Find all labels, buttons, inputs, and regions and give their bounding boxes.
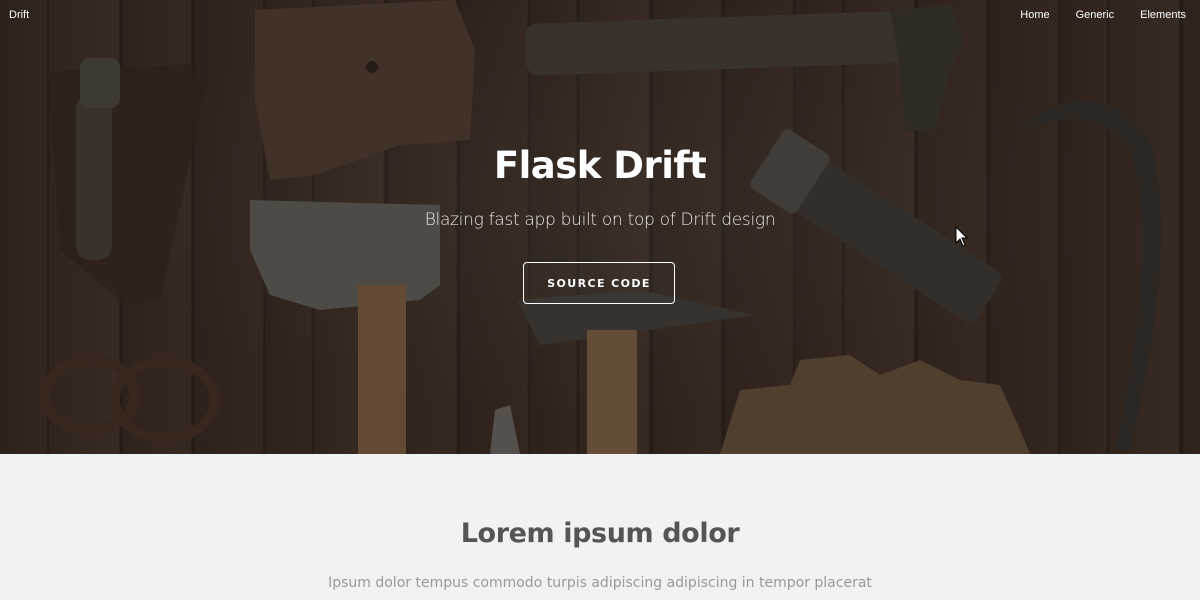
nav-link-elements[interactable]: Elements (1140, 9, 1186, 21)
source-code-button[interactable]: SOURCE CODE (523, 262, 675, 304)
hero-title: Flask Drift (493, 144, 707, 187)
top-navigation: Home Generic Elements (994, 9, 1186, 21)
nav-link-home[interactable]: Home (1020, 9, 1049, 21)
hero-subtitle: Blazing fast app built on top of Drift d… (424, 210, 776, 230)
mouse-cursor-icon (955, 226, 969, 247)
section-title: Lorem ipsum dolor (460, 518, 740, 549)
brand-logo-link[interactable]: Drift (9, 9, 29, 21)
nav-link-generic[interactable]: Generic (1076, 9, 1115, 21)
section-text: Ipsum dolor tempus commodo turpis adipis… (328, 575, 872, 591)
hero-banner: Drift Home Generic Elements Flask Drift … (0, 0, 1200, 454)
